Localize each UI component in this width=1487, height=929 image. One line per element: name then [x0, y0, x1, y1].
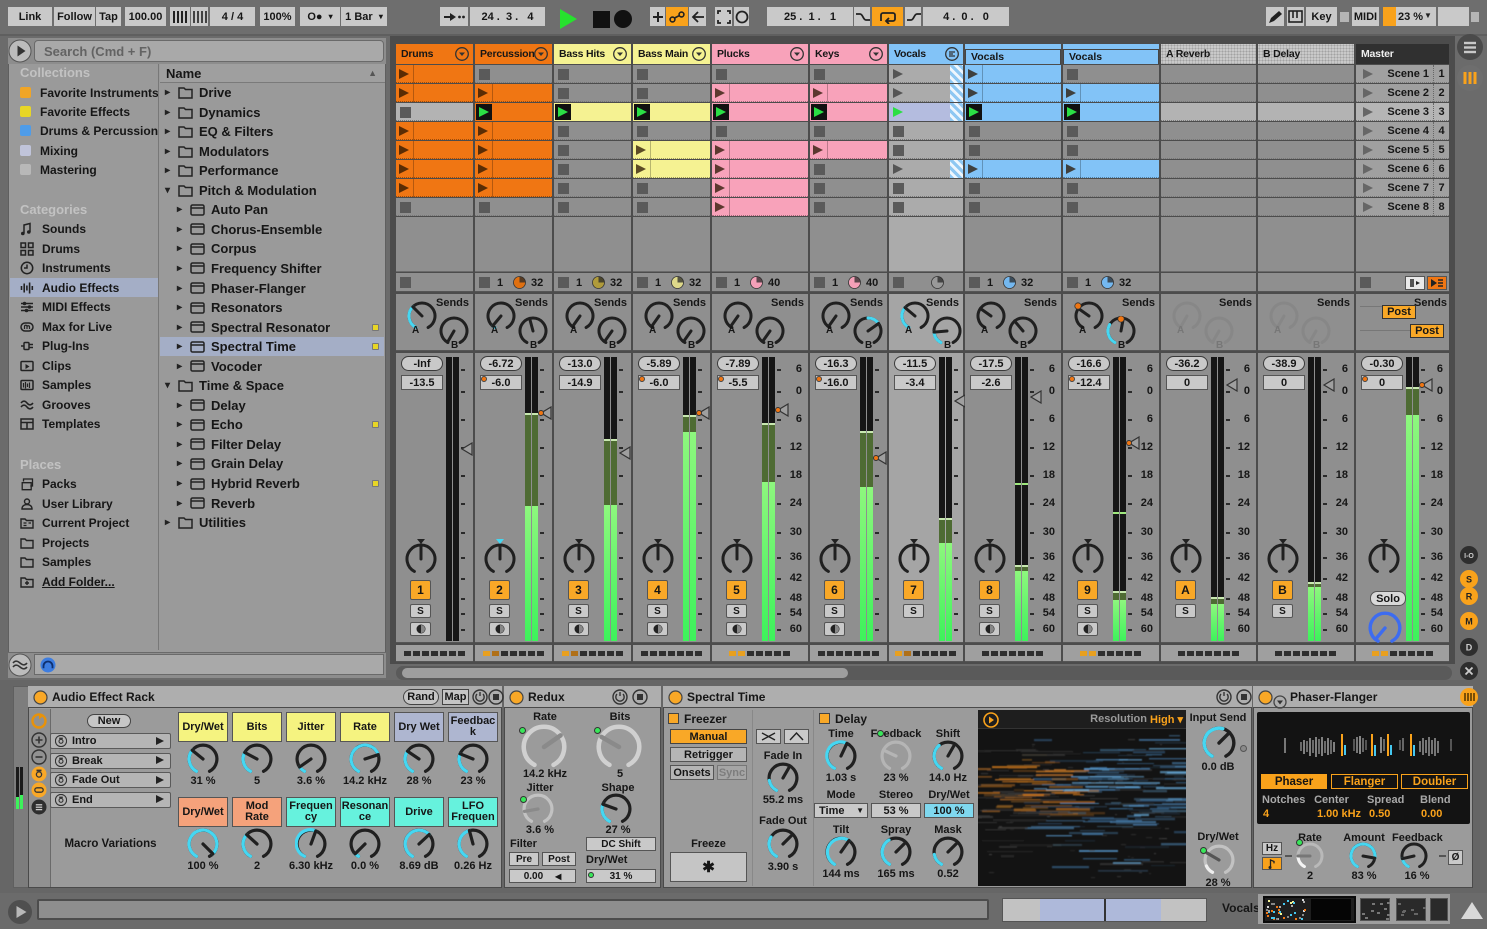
svg-text:D: D: [1466, 643, 1473, 653]
svg-text:M: M: [1465, 617, 1473, 627]
svg-text:S: S: [1466, 575, 1472, 585]
svg-text:R: R: [1466, 592, 1473, 602]
svg-text:I-O: I-O: [1464, 553, 1474, 560]
